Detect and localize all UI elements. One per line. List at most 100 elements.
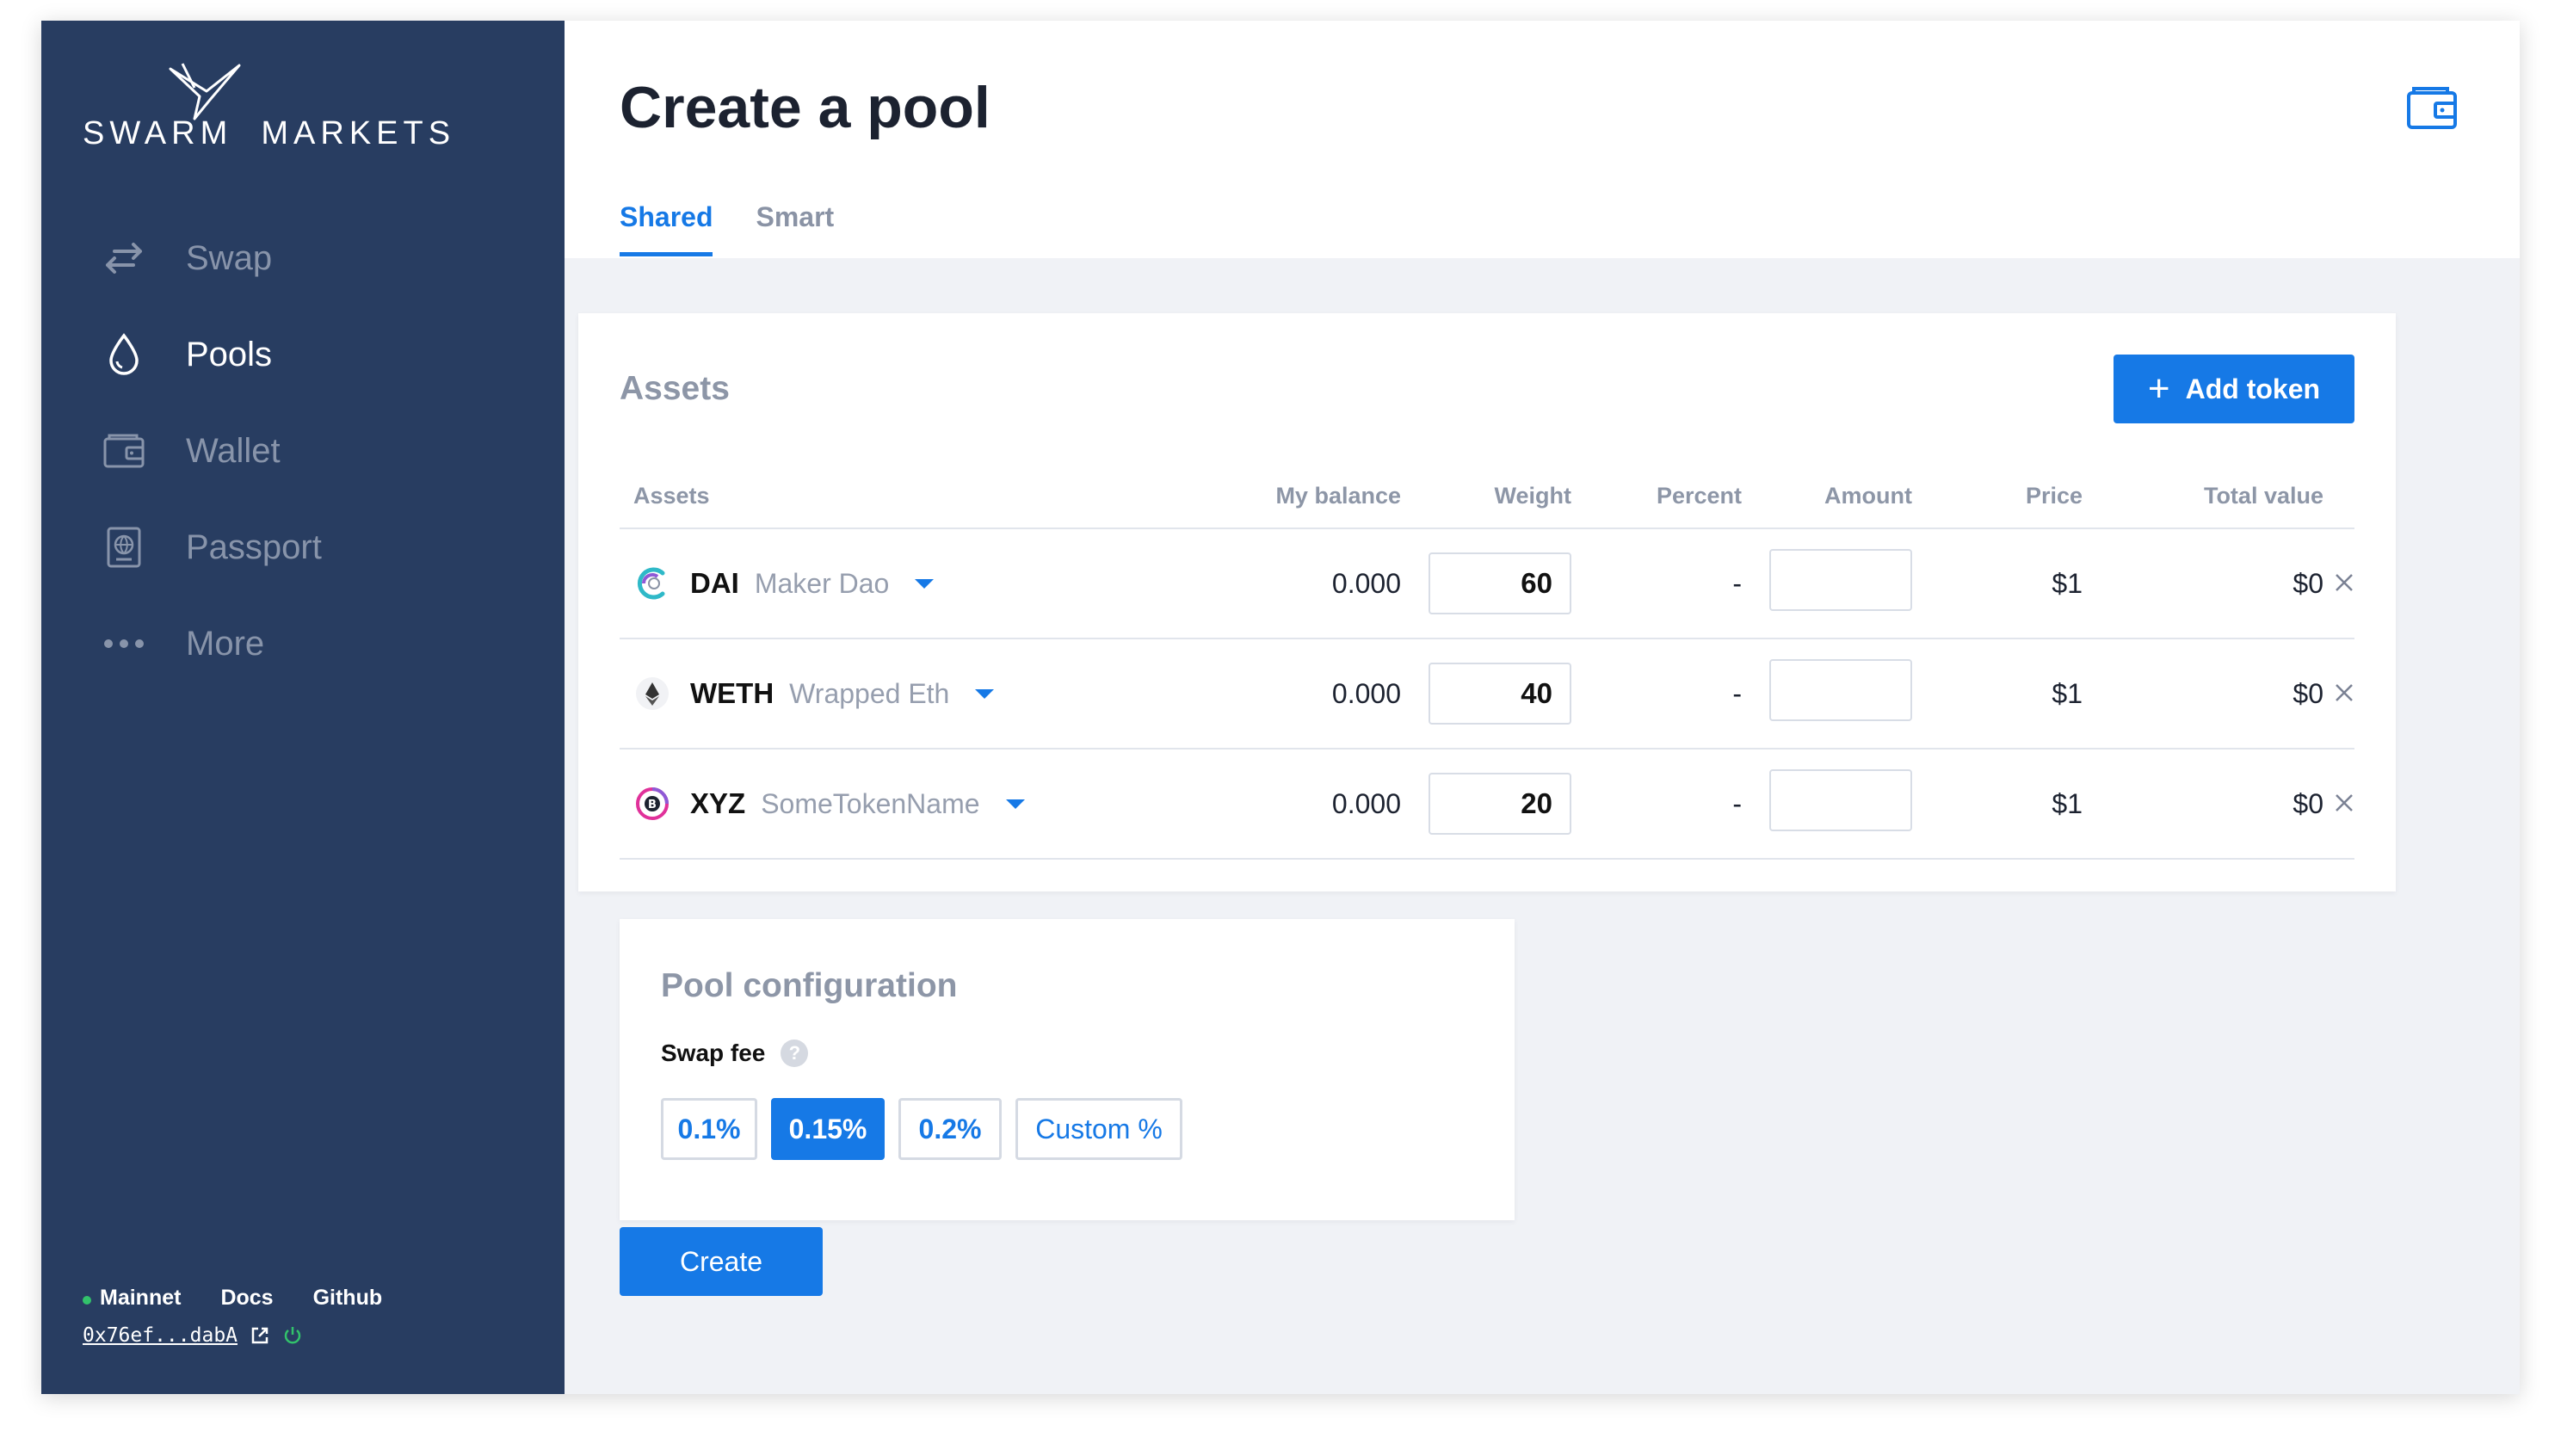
weight-input[interactable]: 40: [1429, 663, 1571, 725]
token-symbol: WETH: [690, 677, 774, 709]
balance-cell: 0.000: [1151, 749, 1401, 860]
sidebar-footer-links: Mainnet Docs Github: [83, 1286, 422, 1311]
chevron-down-icon[interactable]: [915, 578, 935, 589]
wallet-icon: [2407, 87, 2457, 129]
column-header-actions: [2323, 465, 2354, 529]
asset-cell: B XYZ SomeTokenName: [620, 749, 1151, 860]
balance-cell: 0.000: [1151, 639, 1401, 750]
external-link-icon[interactable]: [250, 1325, 270, 1346]
close-icon[interactable]: [2334, 793, 2354, 813]
passport-icon: [102, 525, 146, 570]
sidebar-item-swap[interactable]: Swap: [102, 210, 532, 306]
docs-link[interactable]: Docs: [220, 1286, 273, 1311]
token-name: Maker Dao: [754, 567, 890, 599]
pool-type-tabs: Shared Smart: [620, 201, 877, 256]
total-value-cell: $0: [2083, 749, 2323, 860]
amount-cell: [1742, 528, 1912, 639]
logo-text: SWARM MARKETS: [83, 115, 455, 152]
chevron-down-icon[interactable]: [975, 688, 995, 699]
sidebar-item-label: Passport: [186, 527, 322, 566]
fee-option-0-1[interactable]: 0.1%: [661, 1098, 757, 1160]
column-header-assets: Assets: [620, 465, 1151, 529]
remove-cell: [2323, 749, 2354, 860]
fee-option-0-15[interactable]: 0.15%: [771, 1098, 885, 1160]
add-token-button[interactable]: + Add token: [2114, 355, 2354, 423]
table-row: DAI Maker Dao 0.000 60 - $1 $0: [620, 528, 2354, 639]
network-status-dot-icon: [83, 1296, 91, 1305]
network-label: Mainnet: [100, 1286, 182, 1310]
power-icon[interactable]: [282, 1325, 303, 1346]
column-header-total-value: Total value: [2083, 465, 2323, 529]
token-selector[interactable]: WETH Wrapped Eth: [620, 676, 1151, 711]
table-row: WETH Wrapped Eth 0.000 40 - $1 $0: [620, 639, 2354, 750]
sidebar-item-wallet[interactable]: Wallet: [102, 403, 532, 499]
network-indicator[interactable]: Mainnet: [83, 1286, 181, 1311]
close-icon[interactable]: [2334, 572, 2354, 593]
github-link[interactable]: Github: [313, 1286, 383, 1311]
weight-cell: 20: [1401, 749, 1571, 860]
asset-cell: WETH Wrapped Eth: [620, 639, 1151, 750]
bird-logo-icon: [169, 63, 241, 120]
token-name: SomeTokenName: [761, 787, 980, 819]
weight-input[interactable]: 20: [1429, 773, 1571, 835]
logo-word-markets: MARKETS: [261, 115, 456, 151]
swap-arrows-icon: [102, 236, 146, 281]
dai-token-icon: [637, 567, 665, 600]
total-value-cell: $0: [2083, 639, 2323, 750]
assets-table: Assets My balance Weight Percent Amount …: [620, 465, 2354, 860]
pool-config-card: Pool configuration Swap fee ? 0.1% 0.15%…: [620, 919, 1515, 1220]
more-dots-icon: [102, 621, 146, 666]
asset-cell: DAI Maker Dao: [620, 528, 1151, 639]
weight-input[interactable]: 60: [1429, 552, 1571, 614]
account-address-row: 0x76ef...dabA: [83, 1324, 303, 1347]
token-selector[interactable]: B XYZ SomeTokenName: [620, 787, 1151, 821]
fee-option-0-2[interactable]: 0.2%: [898, 1098, 1002, 1160]
column-header-weight: Weight: [1401, 465, 1571, 529]
close-icon[interactable]: [2334, 682, 2354, 703]
fee-option-custom[interactable]: Custom %: [1015, 1098, 1182, 1160]
tab-smart[interactable]: Smart: [756, 201, 834, 256]
amount-cell: [1742, 749, 1912, 860]
account-address[interactable]: 0x76ef...dabA: [83, 1324, 238, 1347]
sidebar-item-label: Wallet: [186, 431, 281, 470]
svg-text:B: B: [648, 799, 657, 811]
remove-cell: [2323, 639, 2354, 750]
sidebar-item-more[interactable]: More: [102, 595, 532, 692]
assets-title: Assets: [620, 370, 730, 407]
pool-config-title: Pool configuration: [661, 967, 958, 1004]
sidebar-nav: Swap Pools Wallet Passport More: [102, 210, 532, 692]
amount-input[interactable]: [1769, 769, 1912, 831]
create-button[interactable]: Create: [620, 1227, 823, 1296]
sidebar: SWARM MARKETS Swap Pools Wallet Passport…: [41, 21, 565, 1394]
amount-cell: [1742, 639, 1912, 750]
token-symbol: XYZ: [690, 787, 746, 819]
wallet-connect-button[interactable]: [2406, 84, 2458, 131]
percent-cell: -: [1571, 528, 1742, 639]
weight-cell: 40: [1401, 639, 1571, 750]
amount-input[interactable]: [1769, 659, 1912, 721]
page-title: Create a pool: [620, 75, 990, 140]
column-header-balance: My balance: [1151, 465, 1401, 529]
assets-card: Assets + Add token Assets My balance Weig…: [578, 313, 2396, 891]
logo-word-swarm: SWARM: [83, 115, 233, 151]
price-cell: $1: [1912, 528, 2083, 639]
token-symbol: DAI: [690, 567, 739, 599]
sidebar-item-pools[interactable]: Pools: [102, 306, 532, 403]
sidebar-item-passport[interactable]: Passport: [102, 499, 532, 595]
chevron-down-icon[interactable]: [1005, 799, 1025, 809]
column-header-percent: Percent: [1571, 465, 1742, 529]
help-icon[interactable]: ?: [781, 1040, 809, 1067]
sidebar-item-label: Pools: [186, 335, 273, 373]
price-cell: $1: [1912, 639, 2083, 750]
amount-input[interactable]: [1769, 549, 1912, 611]
percent-cell: -: [1571, 749, 1742, 860]
token-name: Wrapped Eth: [789, 677, 950, 709]
sidebar-item-label: Swap: [186, 238, 273, 277]
tab-shared[interactable]: Shared: [620, 201, 713, 256]
logo[interactable]: SWARM MARKETS: [83, 62, 450, 157]
column-header-price: Price: [1912, 465, 2083, 529]
wallet-icon: [102, 429, 146, 473]
swap-fee-options: 0.1% 0.15% 0.2% Custom %: [661, 1098, 1196, 1160]
swap-fee-label: Swap fee: [661, 1040, 766, 1066]
token-selector[interactable]: DAI Maker Dao: [620, 566, 1151, 601]
